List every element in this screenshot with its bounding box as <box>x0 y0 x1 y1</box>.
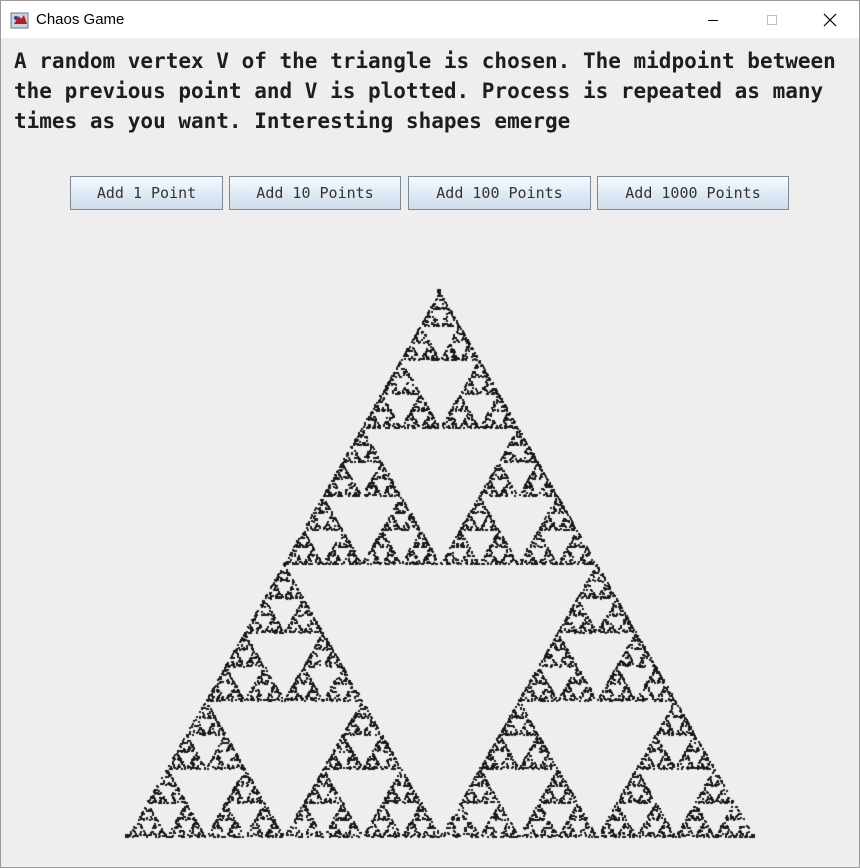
minimize-button[interactable] <box>683 1 742 38</box>
add-1-point-button[interactable]: Add 1 Point <box>70 176 223 210</box>
content-panel: A random vertex V of the triangle is cho… <box>1 38 859 867</box>
window-title: Chaos Game <box>36 11 125 28</box>
close-icon <box>823 13 836 26</box>
maximize-button[interactable] <box>742 1 801 38</box>
add-100-points-button[interactable]: Add 100 Points <box>408 176 591 210</box>
title-bar[interactable]: Chaos Game <box>1 1 859 38</box>
add-1000-points-button[interactable]: Add 1000 Points <box>597 176 789 210</box>
close-button[interactable] <box>800 1 859 38</box>
add-10-points-button[interactable]: Add 10 Points <box>229 176 401 210</box>
description-text: A random vertex V of the triangle is cho… <box>14 49 849 133</box>
chaos-plot-canvas <box>1 210 859 867</box>
app-window: Chaos Game A random vertex V of the tria… <box>0 0 860 868</box>
minimize-icon <box>707 19 718 21</box>
java-app-icon[interactable] <box>10 10 30 30</box>
maximize-icon <box>766 14 777 25</box>
